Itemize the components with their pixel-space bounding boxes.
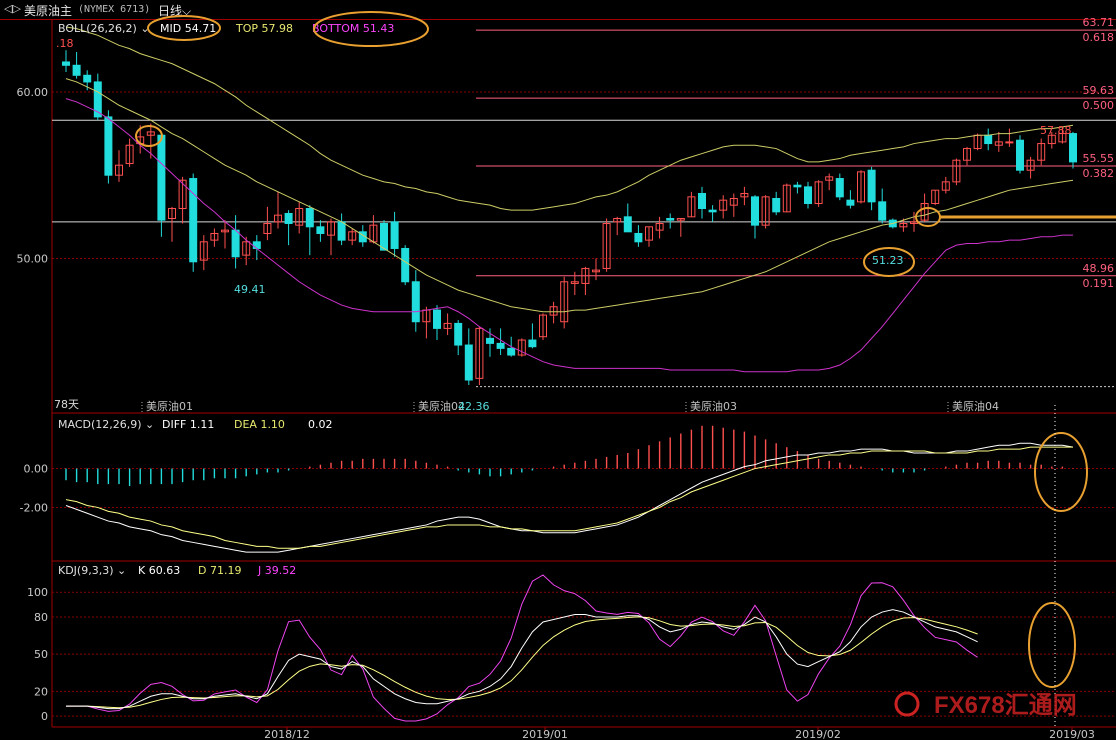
candle-body [804, 186, 812, 205]
boll-indicator-label: BOLL(26,26,2) ⌄ [58, 22, 150, 35]
watermark-logo-icon [894, 691, 920, 717]
candle-body [433, 309, 441, 329]
month-mark-label: 美原油01 [146, 399, 193, 413]
watermark: FX678汇通网 [894, 691, 1077, 719]
candle-body [623, 216, 632, 233]
annotation-ellipse [1028, 602, 1076, 688]
candle-body [411, 281, 420, 323]
candle-body [1069, 133, 1077, 163]
candle-body [1016, 139, 1024, 171]
boll-panel: 60.00 50.00 63.71 0.618 59.63 0.500 55.55 0.382… [17, 16, 1116, 413]
macd-tick-label: -2.00 [20, 501, 48, 514]
fib-price-label: 63.71 [1083, 16, 1115, 29]
candle-body [157, 134, 166, 221]
candle-body [62, 61, 70, 66]
high-price-label: 57.88 [1040, 124, 1072, 137]
candle-body [708, 209, 717, 213]
fib-price-label: 48.96 [1083, 262, 1115, 275]
candle-body [846, 199, 855, 206]
chart-canvas[interactable]: 60.00 50.00 63.71 0.618 59.63 0.500 55.55 0.382… [0, 0, 1116, 740]
candle-body [83, 74, 92, 83]
fib-ratio-label: 0.500 [1083, 99, 1115, 112]
left-low-price-label: 49.41 [234, 283, 266, 296]
candle-body [698, 193, 706, 210]
candle-body [793, 184, 802, 188]
macd-value: 0.02 [308, 418, 333, 431]
candle-body [337, 221, 346, 241]
panel-grid [51, 19, 1116, 728]
cut-value-label: .18 [56, 37, 74, 50]
candle-body [104, 116, 113, 176]
kdj-tick-label: 50 [34, 648, 48, 661]
candle-body [878, 201, 887, 221]
boll-top-value: TOP 57.98 [235, 22, 293, 35]
kdj-tick-label: 80 [34, 611, 48, 624]
candle-body [252, 241, 261, 249]
x-axis-label: 2019/03 [1049, 728, 1095, 740]
boll-mid-value: MID 54.71 [160, 22, 216, 35]
macd-dea-value: DEA 1.10 [234, 418, 285, 431]
macd-diff-line [65, 442, 1074, 553]
annotation-ellipse [1034, 432, 1088, 512]
fib-ratio-label: 0.618 [1083, 31, 1115, 44]
kdj-j-value: J 39.52 [257, 564, 296, 577]
month-mark-label: 美原油03 [690, 399, 737, 413]
candle-body [772, 198, 781, 213]
candle-body [507, 347, 516, 356]
candle-body [867, 169, 876, 203]
fib-price-label: 55.55 [1083, 152, 1115, 165]
candle-body [316, 226, 325, 234]
annotations [135, 11, 1116, 727]
candle-body [72, 64, 81, 76]
x-axis: 2018/12 2019/01 2019/02 2019/03 [264, 727, 1095, 740]
fib-ratio-label: 0.382 [1083, 167, 1115, 180]
macd-indicator-label: MACD(12,26,9) ⌄ [58, 418, 154, 431]
candle-body [380, 222, 388, 251]
candle-body [401, 247, 410, 283]
macd-panel: 0.00 -2.00 MACD(12,26,9) ⌄ DIFF 1.11 DEA 1.1… [20, 418, 1074, 553]
candle-body [835, 178, 844, 198]
candle-body [231, 229, 240, 258]
x-axis-label: 2019/02 [795, 728, 841, 740]
candle-body [305, 208, 314, 228]
kdj-panel: 100 80 50 20 0 KDJ(9,3,3) ⌄ K 60.63 D 71.19 J 39… [27, 564, 978, 723]
macd-diff-value: DIFF 1.11 [162, 418, 214, 431]
x-axis-label: 2018/12 [264, 728, 310, 740]
low-price-label: 42.36 [458, 400, 490, 413]
candle-body [464, 344, 473, 381]
kdj-k-value: K 60.63 [138, 564, 180, 577]
candle-body [984, 134, 993, 145]
candle-body [1005, 141, 1014, 144]
candle-body [390, 221, 399, 249]
macd-tick-label: 0.00 [24, 463, 49, 476]
kdj-k-line [66, 609, 978, 710]
candle-body [751, 196, 759, 226]
kdj-tick-label: 0 [41, 710, 48, 723]
kdj-d-value: D 71.19 [198, 564, 241, 577]
kdj-tick-label: 20 [34, 685, 48, 698]
candle-body [634, 232, 643, 243]
price-tick-label: 50.00 [17, 252, 49, 265]
kdj-indicator-label: KDJ(9,3,3) ⌄ [58, 564, 126, 577]
fib-ratio-label: 0.191 [1083, 277, 1115, 290]
candle-body [528, 339, 537, 348]
fib-price-label: 59.63 [1083, 84, 1115, 97]
days-label: 78天 [54, 398, 79, 411]
candle-body [486, 337, 494, 344]
x-axis-label: 2019/01 [522, 728, 568, 740]
boll-top-line [65, 26, 1074, 211]
kdj-tick-label: 100 [27, 586, 48, 599]
boll-bottom-line [65, 98, 1073, 373]
boll-bottom-value: BOTTOM 51.43 [312, 22, 394, 35]
candle-body [284, 212, 293, 224]
price-tick-label: 60.00 [17, 86, 49, 99]
watermark-text: FX678汇通网 [934, 692, 1077, 719]
kdj-d-line [66, 616, 978, 709]
candle-body [666, 217, 675, 221]
month-mark-label: 美原油04 [952, 399, 999, 413]
candle-body [454, 322, 463, 346]
highlight-price-label: 51.23 [872, 254, 904, 267]
candle-body [496, 342, 505, 349]
